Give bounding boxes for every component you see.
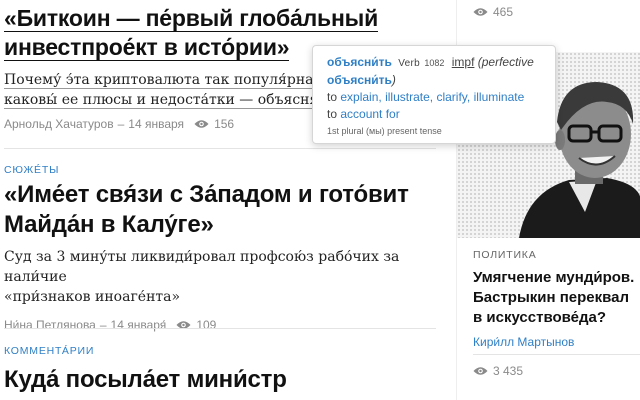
lede-line[interactable]: Суд за 3 мину́ты ликвиди́ровал профсою́з… [4, 249, 399, 285]
article-date: 14 января́ [110, 318, 167, 332]
translation-link[interactable]: clarify, [436, 90, 470, 104]
article-card: «Име́ет свя́зи с За́падом и гото́вит Май… [4, 180, 434, 332]
popup-translations: to explain, illustrate, clarify, illumin… [327, 89, 543, 106]
eye-icon [473, 7, 488, 17]
title-line[interactable]: в искусствове́да? [473, 309, 606, 326]
popup-form-note: 1st plural (мы) present tense [327, 126, 442, 136]
view-count: 109 [196, 318, 217, 332]
lede-line[interactable]: «при́знаков иноаге́нта» [4, 289, 180, 305]
meta-separator: – [99, 318, 107, 332]
rubric-label[interactable]: ПОЛИТИКА [473, 249, 537, 261]
meta-separator: – [117, 117, 125, 131]
title-line[interactable]: «Име́ет свя́зи с За́падом и гото́вит [4, 181, 409, 208]
eye-icon [194, 119, 209, 129]
article-card: Куда́ посыла́ет мини́стр [4, 365, 434, 395]
popup-perfective-label: (perfective [477, 55, 534, 69]
translation-link[interactable]: explain, [340, 90, 381, 104]
author-name[interactable]: Арнольд Хачатуров [4, 117, 114, 131]
sidebar-views: 465 [473, 5, 513, 19]
sidebar-article-title[interactable]: Умягчение мунди́ров. Бастрыкин переквал … [473, 268, 640, 328]
lede-line[interactable]: каковы́ ее плюсы и недоста́тки — объясня… [4, 92, 338, 109]
rubric-label[interactable]: КОММЕНТА́РИИ [4, 345, 94, 357]
popup-to: to [327, 90, 338, 104]
divider [4, 328, 436, 329]
view-count: 465 [493, 5, 514, 19]
popup-aspect[interactable]: impf [452, 55, 475, 69]
divider [473, 354, 640, 355]
view-count: 156 [214, 117, 235, 131]
popup-part-of-speech: Verb [398, 58, 421, 69]
sidebar-views: 3 435 [473, 364, 523, 378]
view-count: 3 435 [493, 364, 524, 378]
author-name[interactable]: Кири́лл Мартынов [473, 335, 574, 349]
divider [4, 148, 436, 149]
popup-translations-2: to account for [327, 106, 543, 123]
author-name[interactable]: Ни́на Петлянова [4, 318, 96, 332]
popup-word[interactable]: объясни́ть [327, 55, 392, 69]
lede-line[interactable]: Почему́ э́та криптовалюта так популя́рна… [4, 72, 358, 89]
popup-perfective-word[interactable]: объясни́ть [327, 73, 392, 87]
title-line[interactable]: инвестпрое́кт в исто́рии» [4, 34, 290, 61]
title-line[interactable]: Умягчение мунди́ров. [473, 269, 634, 286]
title-line[interactable]: Куда́ посыла́ет мини́стр [4, 366, 287, 393]
popup-perfective-close: ) [391, 73, 396, 87]
popup-perfective-line: объясни́ть) [327, 72, 543, 89]
translation-link[interactable]: account for [340, 107, 399, 121]
article-date: 14 января [128, 117, 185, 131]
rubric-label[interactable]: СЮЖЕ́ТЫ [4, 164, 59, 176]
article-meta: Ни́на Петлянова – 14 января́ 109 [4, 318, 434, 332]
title-line[interactable]: «Биткоин — пе́рвый глоба́льный [4, 5, 378, 32]
dictionary-popup[interactable]: объясни́ть Verb 1082 impf (perfective об… [312, 45, 556, 144]
title-line[interactable]: Бастрыкин переквал [473, 289, 629, 306]
article-lede[interactable]: Суд за 3 мину́ты ликвиди́ровал профсою́з… [4, 247, 434, 307]
eye-icon [473, 366, 488, 376]
article-title[interactable]: «Име́ет свя́зи с За́падом и гото́вит Май… [4, 180, 434, 240]
translation-link[interactable]: illuminate [474, 90, 525, 104]
title-line[interactable]: Майда́н в Калу́ге» [4, 211, 214, 238]
translation-link[interactable]: illustrate, [385, 90, 433, 104]
article-title[interactable]: Куда́ посыла́ет мини́стр [4, 365, 434, 395]
popup-to: to [327, 107, 338, 121]
popup-header: объясни́ть Verb 1082 impf (perfective [327, 54, 543, 72]
popup-frequency-rank: 1082 [424, 58, 445, 68]
